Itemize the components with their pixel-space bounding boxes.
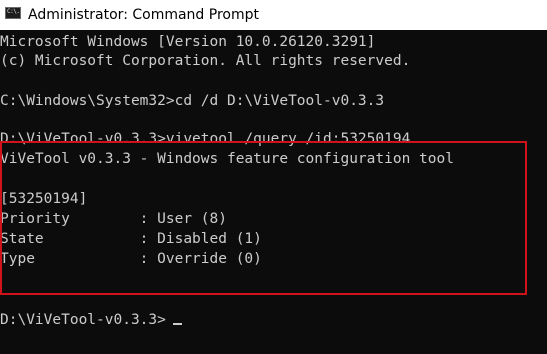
text-cursor <box>173 323 182 325</box>
prompt-line: D:\ViVeTool-v0.3.3> <box>0 312 166 328</box>
window-title: Administrator: Command Prompt <box>28 7 259 23</box>
console-line: [53250194] <box>0 191 88 207</box>
command-prompt-icon-text: C:\. <box>7 8 20 15</box>
console-line: (c) Microsoft Corporation. All rights re… <box>0 53 411 69</box>
console-line: C:\Windows\System32>cd /d D:\ViVeTool-v0… <box>0 93 385 109</box>
command-prompt-window: C:\. Administrator: Command Prompt Micro… <box>0 0 547 354</box>
console-line: Priority : User (8) <box>0 211 227 227</box>
console-line: ViVeTool v0.3.3 - Windows feature config… <box>0 151 454 167</box>
console-line: Type : Override (0) <box>0 251 262 267</box>
console-line: Microsoft Windows [Version 10.0.26120.32… <box>0 34 376 50</box>
title-bar[interactable]: C:\. Administrator: Command Prompt <box>0 0 547 30</box>
console-output[interactable]: Microsoft Windows [Version 10.0.26120.32… <box>0 30 547 354</box>
command-prompt-icon: C:\. <box>5 7 21 19</box>
console-line: D:\ViVeTool-v0.3.3>vivetool /query /id:5… <box>0 131 411 147</box>
console-line: State : Disabled (1) <box>0 231 262 247</box>
